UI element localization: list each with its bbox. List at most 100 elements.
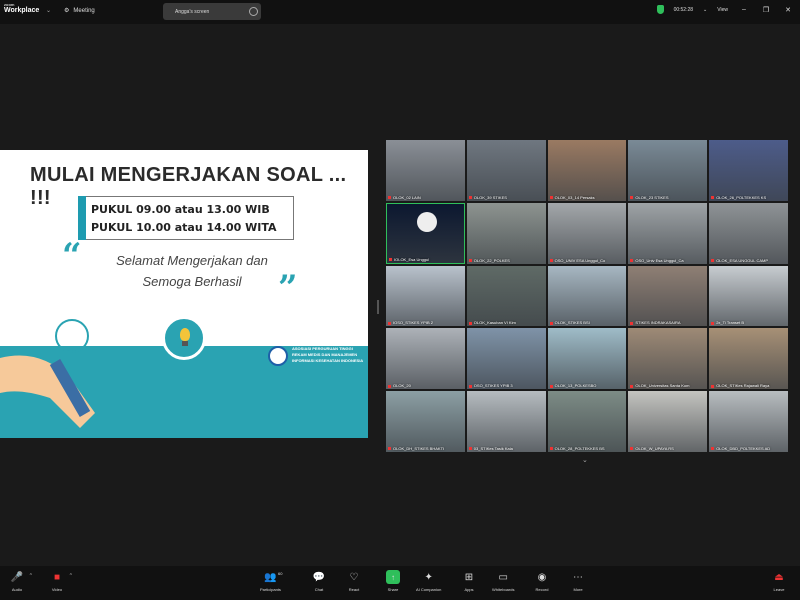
participant-tile[interactable]: 2x_Ti Transet B xyxy=(709,265,788,327)
participant-name: OLOK_STIKES BSI xyxy=(550,320,625,325)
audio-button[interactable]: 🎤 Audio ^ xyxy=(10,570,32,593)
time-box-accent xyxy=(78,196,86,240)
participant-tile[interactable]: OLOK_Kasuban VI Kim xyxy=(466,265,546,327)
greeting-line-1: Selamat Mengerjakan dan xyxy=(116,253,268,268)
participant-name: OLOK_26_POLTEKKES KS xyxy=(711,195,786,200)
participant-name: IOSO_STIKES YPIB 2 xyxy=(388,320,463,325)
audio-label: Audio xyxy=(11,587,23,592)
whiteboard-icon: ▭ xyxy=(498,571,508,583)
participant-tile[interactable]: OLOK_20 xyxy=(386,328,465,390)
participant-tile[interactable]: IOSO_STIKES YPIB 2 xyxy=(386,265,465,327)
participant-tile[interactable]: OLOK_ESA UNGGUL CAMP xyxy=(709,202,788,264)
participant-name: OSO_UNIV ESA Unggul_Co xyxy=(550,258,625,263)
participant-name: OLOK_Kasuban VI Kim xyxy=(469,320,544,325)
participant-tile[interactable]: OLOK_W_UPAYA RS xyxy=(628,391,708,452)
more-button[interactable]: ⋯ More xyxy=(571,570,585,593)
shield-icon[interactable] xyxy=(656,5,664,14)
maximize-icon[interactable]: ❐ xyxy=(760,6,772,14)
participant-tile[interactable]: OLOK_13_POLKESBO xyxy=(547,328,627,390)
participant-name: OLOK_Universitas Santa Kom xyxy=(630,383,705,388)
settings-icon: ⚙ xyxy=(64,8,70,14)
quote-open-icon: “ xyxy=(62,236,82,276)
participants-count: 60 xyxy=(278,571,283,576)
options-icon[interactable] xyxy=(249,7,258,16)
participant-name: OLOK_13_POLKESBO xyxy=(550,383,625,388)
ai-label: AI Companion xyxy=(416,587,442,592)
participant-tile[interactable]: OLOK_DBD_POLTEKKES AD xyxy=(709,391,788,452)
participant-name: STIKES INDRAKASAIRA xyxy=(630,320,705,325)
participants-button[interactable]: 👥 Participants 60 xyxy=(260,570,283,592)
view-button[interactable]: View xyxy=(717,7,728,13)
meeting-menu[interactable]: ⚙ Meeting xyxy=(64,7,95,15)
participant-name: OLOK_STIKes Rajawali Raya xyxy=(711,383,786,388)
leave-button[interactable]: ⏏ Leave xyxy=(772,570,786,593)
microphone-muted-icon: 🎤 xyxy=(10,571,24,583)
zoom-logo: zoom Workplace xyxy=(4,3,39,15)
participant-name: OLOK_20 xyxy=(388,383,463,388)
greeting-line-2: Semoga Berhasil xyxy=(142,274,242,289)
participant-name: OSO_Univ Esa Unggul_Ca xyxy=(630,258,705,263)
record-button[interactable]: ◉ Record xyxy=(535,570,549,593)
chevron-up-icon[interactable]: ^ xyxy=(70,573,72,579)
bottom-toolbar: 🎤 Audio ^ ■ Video ^ 👥 Participants 60 💬 … xyxy=(0,566,800,600)
top-bar: zoom Workplace ⌄ ⚙ Meeting Angga's scree… xyxy=(0,0,800,24)
participant-tile[interactable]: OLOK_STIKES BSI xyxy=(547,265,627,327)
meeting-timer: 00:52:28 xyxy=(673,6,694,13)
video-label: Video xyxy=(51,587,63,592)
participant-tile[interactable]: OLOK_28_POLTEKKES BS xyxy=(547,391,627,452)
close-icon[interactable]: ✕ xyxy=(782,6,794,14)
participant-tile[interactable]: OLOK_STIKes Rajawali Raya xyxy=(709,328,788,390)
meeting-label: Meeting xyxy=(73,7,95,14)
shared-slide: MULAI MENGERJAKAN SOAL ... !!! PUKUL 09.… xyxy=(0,150,368,438)
participant-tile[interactable]: OLOK_03_14 Persaks xyxy=(547,140,627,201)
participant-tile[interactable]: STIKES INDRAKASAIRA xyxy=(628,265,708,327)
participant-tile[interactable]: OLOK_02 LAIN xyxy=(386,140,465,201)
chevron-down-icon[interactable]: ⌄ xyxy=(703,7,707,13)
participant-tile[interactable]: OLOK_DH_STIKES BHAKTI xyxy=(386,391,465,452)
screen-share-pill[interactable]: Angga's screen xyxy=(163,3,261,20)
minimize-icon[interactable]: – xyxy=(738,6,750,13)
participants-icon: 👥 xyxy=(264,571,277,583)
chevron-up-icon[interactable]: ^ xyxy=(30,573,32,579)
participant-gallery: OLOK_02 LAIN OLOK_39 STIKES OLOK_03_14 Per… xyxy=(386,140,788,452)
ai-companion-button[interactable]: ✦ AI Companion xyxy=(416,570,442,593)
participant-name: OSO_STIKES YPIB 3 xyxy=(469,383,544,388)
participant-tile[interactable]: OLOK_Universitas Santa Kom xyxy=(628,328,708,390)
video-off-icon: ■ xyxy=(53,571,61,583)
avatar xyxy=(417,211,437,232)
greeting-text: Selamat Mengerjakan dan Semoga Berhasil xyxy=(92,250,292,292)
chevron-down-icon[interactable]: ⌄ xyxy=(582,456,588,464)
share-button[interactable]: ↑ Share xyxy=(386,570,400,592)
participant-name: OLOK_DBD_POLTEKKES AD xyxy=(711,446,786,451)
record-label: Record xyxy=(535,587,549,592)
participant-tile[interactable]: IOLOK_Esa Unggul xyxy=(386,202,465,264)
participants-label: Participants xyxy=(260,587,281,592)
time-line-2: PUKUL 10.00 atau 14.00 WITA xyxy=(91,221,277,234)
participant-name: 03_STIKes Tasik Kala xyxy=(469,446,544,451)
participant-tile[interactable]: OSO_Univ Esa Unggul_Ca xyxy=(628,202,708,264)
participant-name: 2x_Ti Transet B xyxy=(711,320,786,325)
participant-tile[interactable]: OLOK_39 STIKES xyxy=(466,140,546,201)
whiteboards-button[interactable]: ▭ Whiteboards xyxy=(492,570,514,593)
participant-name: OLOK_02 LAIN xyxy=(388,195,463,200)
org-name: ASOSIASI PERGURUAN TINGGI REKAM MEDIS DA… xyxy=(292,346,364,363)
participant-tile[interactable]: OLOK_23 STIKES xyxy=(628,140,708,201)
participant-tile[interactable]: 03_STIKes Tasik Kala xyxy=(466,391,546,452)
video-button[interactable]: ■ Video ^ xyxy=(50,570,72,593)
leave-icon: ⏏ xyxy=(774,571,784,583)
participant-tile[interactable]: OSO_STIKES YPIB 3 xyxy=(466,328,546,390)
split-handle[interactable] xyxy=(377,300,379,314)
chevron-down-icon[interactable]: ⌄ xyxy=(46,7,51,14)
participant-tile[interactable]: OLOK_22_POLKES xyxy=(466,202,546,264)
share-icon: ↑ xyxy=(386,570,400,584)
apps-icon: ⊞ xyxy=(464,571,474,583)
chat-button[interactable]: 💬 Chat xyxy=(312,570,326,593)
screen-share-label: Angga's screen xyxy=(175,8,210,15)
participant-tile[interactable]: OLOK_26_POLTEKKES KS xyxy=(709,140,788,201)
apps-button[interactable]: ⊞ Apps xyxy=(462,570,476,593)
participant-tile[interactable]: OSO_UNIV ESA Unggul_Co xyxy=(547,202,627,264)
participant-name: OLOK_DH_STIKES BHAKTI xyxy=(388,446,463,451)
react-button[interactable]: ♡ React xyxy=(347,570,361,593)
leave-label: Leave xyxy=(773,587,785,592)
more-icon: ⋯ xyxy=(573,571,583,583)
